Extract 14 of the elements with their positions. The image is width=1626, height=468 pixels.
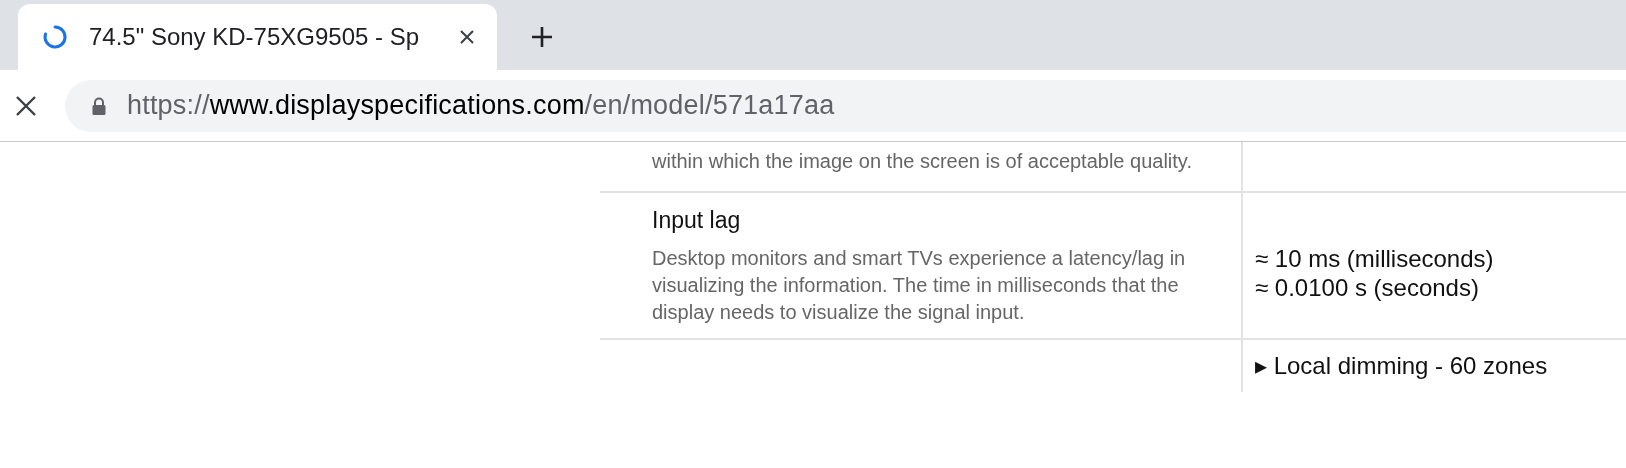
lock-icon[interactable] [91,96,107,115]
spec-value: ≈ 10 ms (milliseconds) [1255,243,1495,273]
feature-note: ▸ Local dimming - 60 zones [1241,340,1626,392]
spec-title: Input lag [652,206,742,235]
spec-description: Desktop monitors and smart TVs experience a latency/lag in visualizing the information. The time in milliseconds that the display needs to visualize the signal input. [652,246,1187,325]
tab-title: 74.5" Sony KD-75XG9505 - Sp [89,22,421,52]
spec-value: ≈ 0.0100 s (seconds) [1255,272,1480,302]
stop-loading-icon[interactable] [15,94,37,117]
url-text: https://www.displayspecifications.com/en/model/571a17aa [127,89,835,123]
close-icon[interactable] [459,29,475,45]
spec-description: within which the image on the screen is of acceptable quality. [652,149,1193,174]
new-tab-plus-icon[interactable] [531,26,553,48]
address-bar[interactable]: https://www.displayspecifications.com/en/model/571a17aa [65,79,1626,132]
browser-tab[interactable]: 74.5" Sony KD-75XG9505 - Sp [18,4,497,70]
